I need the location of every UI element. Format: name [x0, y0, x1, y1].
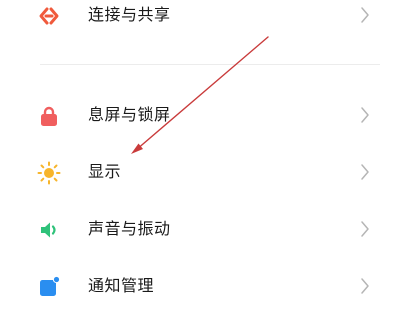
settings-item-label: 显示	[88, 162, 122, 181]
settings-item-label: 连接与共享	[88, 5, 171, 24]
settings-list: 连接与共享 息屏与锁屏 显示 声音与振动 通知管理	[0, 0, 420, 299]
chevron-right-icon	[361, 107, 369, 123]
sun-icon	[37, 161, 61, 185]
notification-icon	[40, 275, 61, 296]
chevron-right-icon	[361, 7, 369, 23]
settings-item-display[interactable]: 显示	[0, 149, 420, 195]
speaker-icon	[41, 222, 56, 238]
settings-item-lock-screen[interactable]: 息屏与锁屏	[0, 92, 420, 138]
settings-item-label: 息屏与锁屏	[88, 105, 171, 124]
settings-item-sound-vibration[interactable]: 声音与振动	[0, 206, 420, 252]
chevron-right-icon	[361, 221, 369, 237]
lock-icon	[41, 106, 57, 126]
chevron-right-icon	[361, 278, 369, 294]
settings-item-label: 通知管理	[88, 276, 155, 295]
settings-item-connection-share[interactable]: 连接与共享	[0, 0, 420, 38]
connection-share-icon	[39, 7, 59, 25]
chevron-right-icon	[361, 164, 369, 180]
settings-item-notifications[interactable]: 通知管理	[0, 263, 420, 309]
section-divider	[40, 64, 380, 65]
settings-item-label: 声音与振动	[88, 219, 171, 238]
